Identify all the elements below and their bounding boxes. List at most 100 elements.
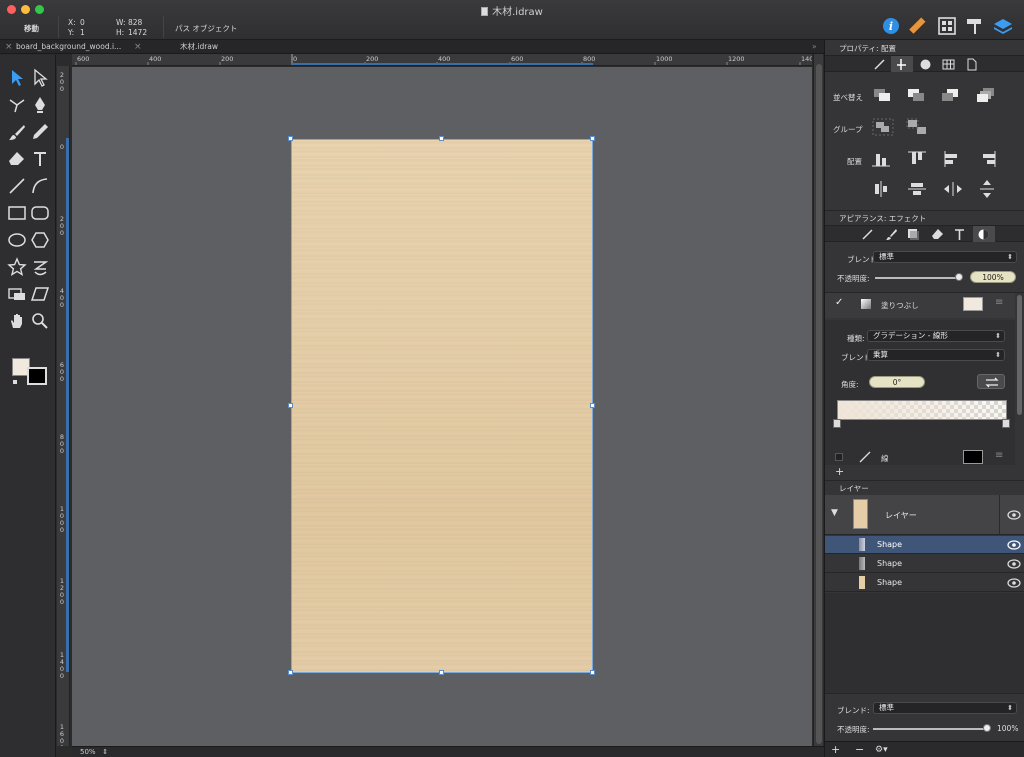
add-effect-button[interactable]: + — [835, 465, 844, 478]
shape-name[interactable]: Shape — [877, 578, 902, 587]
vector-node-icon[interactable] — [7, 95, 27, 115]
tab-overflow-icon[interactable]: » — [812, 40, 817, 54]
align-top-icon[interactable] — [905, 148, 929, 170]
add-layer-button[interactable]: + — [831, 743, 840, 756]
canvas-vertical-scrollbar[interactable] — [813, 54, 823, 746]
reorder-handle-icon[interactable]: ≡ — [995, 297, 1003, 308]
align-left-icon[interactable] — [941, 148, 965, 170]
fill-effect-icon[interactable] — [977, 228, 990, 241]
tab-board-background[interactable]: board_background_wood.i... — [16, 40, 121, 54]
default-colors-icon[interactable] — [13, 380, 17, 384]
layers-icon[interactable] — [992, 15, 1014, 37]
stroke-color-swatch[interactable] — [963, 450, 983, 464]
angle-value-stepper[interactable]: 0° — [869, 376, 925, 388]
pencil-icon[interactable] — [30, 122, 50, 142]
rectangle-icon[interactable] — [7, 203, 27, 223]
bring-forward-icon[interactable] — [905, 84, 929, 106]
layer-blend-popup[interactable]: 標準 ⬍ — [873, 702, 1017, 714]
zoom-icon[interactable] — [30, 311, 50, 331]
gradient-preview-bar[interactable] — [837, 400, 1007, 420]
visibility-eye-icon[interactable] — [1007, 540, 1021, 550]
opacity-slider-track[interactable] — [875, 277, 961, 279]
stroke-color-well[interactable] — [27, 367, 47, 385]
rounded-rectangle-icon[interactable] — [30, 203, 50, 223]
drawing-canvas[interactable] — [72, 67, 812, 746]
grid-icon[interactable] — [936, 15, 958, 37]
crop-icon[interactable] — [7, 284, 27, 304]
zoom-level[interactable]: 50% ⇕ — [80, 748, 108, 756]
arrange-tab-icon[interactable] — [895, 58, 908, 71]
layer-shape-row[interactable]: Shape — [825, 574, 1024, 592]
layer-group-row[interactable]: ▼ レイヤー — [825, 495, 1024, 535]
send-backward-icon[interactable] — [939, 84, 963, 106]
resize-handle-left[interactable] — [288, 403, 293, 408]
resize-handle-bottom-right[interactable] — [590, 670, 595, 675]
close-tab-icon[interactable]: × — [134, 40, 142, 54]
scroll-thumb[interactable] — [816, 64, 822, 744]
pen-icon[interactable] — [30, 95, 50, 115]
visibility-eye-icon[interactable] — [1007, 578, 1021, 588]
stroke-effect-icon[interactable] — [861, 228, 874, 241]
swap-gradient-button[interactable] — [977, 374, 1005, 389]
wood-shape[interactable] — [291, 139, 593, 673]
text-effect-icon[interactable] — [953, 228, 966, 241]
shape-tab-icon[interactable] — [919, 58, 932, 71]
resize-handle-bottom[interactable] — [439, 670, 444, 675]
stroke-enabled-checkbox[interactable] — [835, 453, 843, 461]
distribute-vertical-icon[interactable] — [975, 178, 999, 200]
layer-options-gear-icon[interactable]: ⚙▾ — [875, 745, 888, 755]
bring-to-front-icon[interactable] — [871, 84, 895, 106]
document-tab-icon[interactable] — [965, 58, 978, 71]
align-bottom-icon[interactable] — [869, 148, 893, 170]
visibility-eye-icon[interactable] — [1007, 559, 1021, 569]
tab-wood[interactable]: 木材.idraw — [180, 40, 218, 54]
reorder-handle-icon[interactable]: ≡ — [995, 450, 1003, 461]
spiral-icon[interactable] — [30, 257, 50, 277]
align-center-horizontal-icon[interactable] — [869, 178, 893, 200]
ellipse-icon[interactable] — [7, 230, 27, 250]
group-icon[interactable] — [871, 116, 895, 138]
text-icon[interactable] — [30, 149, 50, 169]
resize-handle-top[interactable] — [439, 136, 444, 141]
blend-mode-popup[interactable]: 標準 ⬍ — [873, 251, 1017, 263]
resize-handle-top-left[interactable] — [288, 136, 293, 141]
y-value[interactable]: 1 — [80, 28, 85, 37]
fill-enabled-checkbox[interactable]: ✓ — [835, 297, 843, 308]
shadow-effect-icon[interactable] — [907, 228, 920, 241]
fill-color-swatch[interactable] — [963, 297, 983, 311]
polygon-icon[interactable] — [30, 230, 50, 250]
layer-name[interactable]: レイヤー — [885, 510, 917, 521]
stroke-tab-icon[interactable] — [873, 58, 886, 71]
layer-shape-row[interactable]: Shape — [825, 536, 1024, 554]
h-value[interactable]: 1472 — [128, 28, 147, 37]
shape-name[interactable]: Shape — [877, 540, 902, 549]
layers-empty-area[interactable] — [825, 593, 1024, 693]
fill-blend-popup[interactable]: 乗算 ⬍ — [867, 349, 1005, 361]
direct-selection-icon[interactable] — [30, 68, 50, 88]
align-right-icon[interactable] — [975, 148, 999, 170]
visibility-eye-icon[interactable] — [1007, 510, 1021, 520]
ungroup-icon[interactable] — [905, 116, 929, 138]
ruler-icon[interactable] — [906, 15, 928, 37]
selection-arrow-icon[interactable] — [7, 68, 27, 88]
appearance-scrollbar[interactable] — [1017, 295, 1022, 415]
opacity-slider-knob[interactable] — [955, 273, 963, 281]
info-icon[interactable]: i — [880, 15, 902, 37]
opacity-value-stepper[interactable]: 100% — [970, 271, 1016, 283]
layer-shape-row[interactable]: Shape — [825, 555, 1024, 573]
send-to-back-icon[interactable] — [975, 84, 999, 106]
layer-opacity-slider-knob[interactable] — [983, 724, 991, 732]
gradient-stop-start[interactable] — [833, 419, 841, 428]
resize-handle-bottom-left[interactable] — [288, 670, 293, 675]
w-value[interactable]: 828 — [128, 18, 142, 27]
layer-opacity-slider-track[interactable] — [873, 728, 989, 730]
eraser-icon[interactable] — [7, 149, 27, 169]
brush-effect-icon[interactable] — [885, 228, 898, 241]
gradient-stop-end[interactable] — [1002, 419, 1010, 428]
align-center-vertical-icon[interactable] — [905, 178, 929, 200]
x-value[interactable]: 0 — [80, 18, 85, 27]
shear-icon[interactable] — [30, 284, 50, 304]
line-icon[interactable] — [7, 176, 27, 196]
close-tab-icon[interactable]: × — [5, 40, 13, 54]
arc-icon[interactable] — [30, 176, 50, 196]
